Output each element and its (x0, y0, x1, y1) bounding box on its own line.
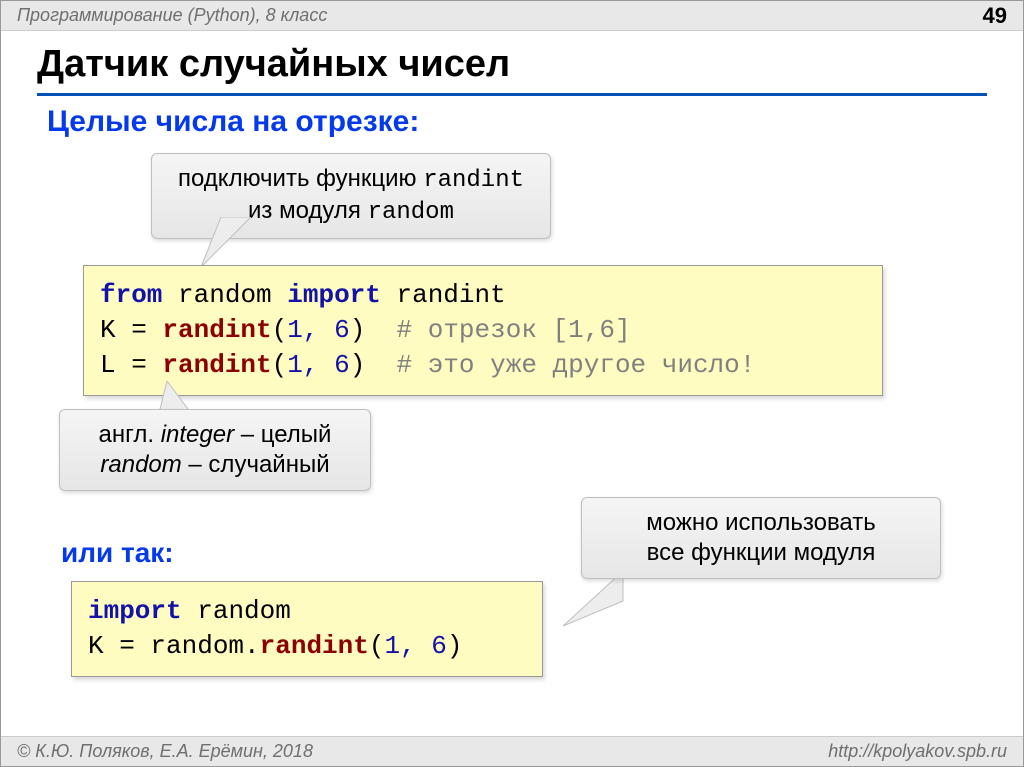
comment: # это уже другое число! (365, 350, 755, 380)
page-number: 49 (983, 3, 1007, 29)
callout-tail-icon (563, 571, 633, 636)
literal: 1 (287, 350, 303, 380)
paren: ( (272, 350, 288, 380)
fn-randint: randint (260, 631, 369, 661)
or-label: или так: (61, 537, 174, 569)
paren: ) (447, 631, 463, 661)
code-block-main: from random import randint K = randint(1… (83, 265, 883, 396)
section-subtitle: Целые числа на отрезке: (47, 105, 419, 139)
title-rule (37, 93, 987, 96)
module-name: random (197, 596, 291, 626)
fn-randint: randint (162, 315, 271, 345)
callout-text: из модуля (248, 197, 368, 224)
literal: 6 (431, 631, 447, 661)
import-name: randint (397, 280, 506, 310)
paren: ) (350, 350, 366, 380)
comment: # отрезок [1,6] (365, 315, 630, 345)
callout-text: – целый (234, 421, 331, 448)
callout-all-functions: можно использовать все функции модуля (581, 497, 941, 579)
paren: ( (272, 315, 288, 345)
literal: 1 (384, 631, 400, 661)
footer-url: http://kpolyakov.spb.ru (828, 741, 1007, 762)
course-title: Программирование (Python), 8 класс (17, 5, 327, 26)
callout-text: англ. (99, 421, 161, 448)
callout-text: можно использовать (646, 509, 876, 536)
module-name: random (178, 280, 272, 310)
kw-from: from (100, 280, 162, 310)
kw-import: import (88, 596, 182, 626)
code-text: K = (88, 631, 150, 661)
code-block-alt: import random K = random.randint(1, 6) (71, 581, 543, 677)
callout-text: – случайный (182, 451, 330, 478)
module-ref: random. (150, 631, 259, 661)
fn-randint: randint (162, 350, 271, 380)
header-bar: Программирование (Python), 8 класс 49 (1, 1, 1023, 31)
slide-title: Датчик случайных чисел (37, 43, 510, 86)
literal: 1 (287, 315, 303, 345)
callout-mono: random (368, 199, 454, 226)
callout-italic: integer (161, 421, 234, 448)
kw-import: import (287, 280, 381, 310)
code-text: L = (100, 350, 162, 380)
paren: ( (369, 631, 385, 661)
callout-italic: random (100, 451, 181, 478)
code-text: K = (100, 315, 162, 345)
slide: Программирование (Python), 8 класс 49 Да… (0, 0, 1024, 767)
paren: ) (350, 315, 366, 345)
comma: , (303, 350, 319, 380)
callout-mono: randint (423, 167, 524, 194)
literal: 6 (334, 350, 350, 380)
comma: , (303, 315, 319, 345)
comma: , (400, 631, 416, 661)
callout-text: все функции модуля (647, 539, 876, 566)
callout-text: подключить функцию (178, 165, 423, 192)
callout-translation: англ. integer – целый random – случайный (59, 409, 371, 491)
footer-bar: © К.Ю. Поляков, Е.А. Ерёмин, 2018 http:/… (1, 736, 1023, 766)
literal: 6 (334, 315, 350, 345)
copyright: © К.Ю. Поляков, Е.А. Ерёмин, 2018 (17, 741, 313, 762)
